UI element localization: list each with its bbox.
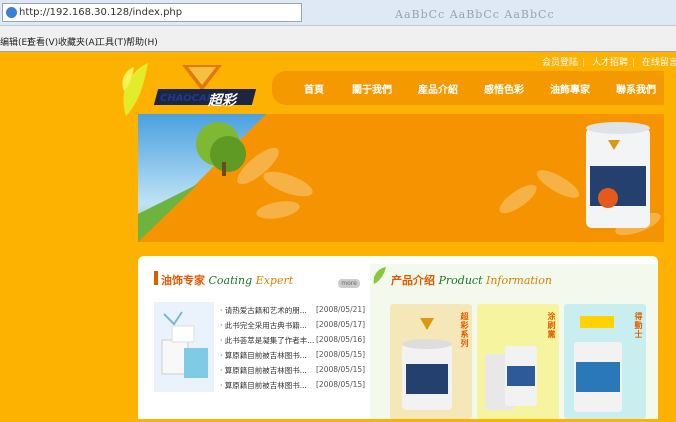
- content-panel: 油饰专家 Coating Expert more · 请热爱古籍和艺术的朋...…: [138, 256, 658, 419]
- product-label: 超彩系列: [460, 312, 469, 348]
- web-page: CHAOCAI 超彩 会员登陆 | 人才招聘 | 在线留言 首頁 關于我們 産品介紹…: [0, 53, 676, 419]
- nav-home[interactable]: 首頁: [304, 81, 324, 96]
- news-item[interactable]: · 请热爱古籍和艺术的朋...: [220, 305, 307, 316]
- menu-favorites[interactable]: 收藏夹(A): [58, 35, 98, 48]
- expert-title: 油饰专家 Coating Expert: [161, 274, 294, 287]
- news-date: [2008/05/15]: [316, 380, 366, 389]
- jobs-link[interactable]: 人才招聘: [592, 58, 628, 68]
- address-ghost-text: AaBbCc AaBbCc AaBbCc: [395, 8, 555, 21]
- menu-view[interactable]: 查看(V): [27, 35, 58, 48]
- news-item[interactable]: · 算原籍目前被吉林图书...: [220, 350, 307, 361]
- banner-art: [138, 114, 664, 242]
- url-text: http://192.168.30.128/index.php: [19, 7, 183, 18]
- logo[interactable]: CHAOCAI 超彩: [120, 63, 260, 113]
- nav-products[interactable]: 産品介紹: [418, 81, 458, 96]
- message-link[interactable]: 在线留言: [642, 58, 676, 68]
- product-label: 得動士: [634, 312, 643, 339]
- product-card[interactable]: 超彩系列: [390, 304, 472, 419]
- paint-can-image: [574, 316, 622, 412]
- news-date: [2008/05/15]: [316, 350, 366, 359]
- address-row: http://192.168.30.128/index.php AaBbCc A…: [0, 0, 676, 26]
- products-title: 产品介绍 Product Information: [391, 274, 553, 287]
- address-bar[interactable]: http://192.168.30.128/index.php: [2, 3, 302, 22]
- nav-expert[interactable]: 油飾專家: [550, 81, 590, 96]
- paint-can-image: [485, 346, 537, 410]
- news-date: [2008/05/16]: [316, 335, 366, 344]
- product-card[interactable]: 涂刷黨: [477, 304, 559, 419]
- news-item[interactable]: · 此书荟萃是凝集了作者丰...: [220, 335, 314, 346]
- paint-can-image: [402, 318, 452, 410]
- nav-colors[interactable]: 感悟色彩: [484, 81, 524, 96]
- news-date: [2008/05/17]: [316, 320, 366, 329]
- news-date: [2008/05/15]: [316, 365, 366, 374]
- browser-chrome: http://192.168.30.128/index.php AaBbCc A…: [0, 0, 676, 52]
- top-links: 会员登陆 | 人才招聘 | 在线留言: [542, 58, 676, 68]
- menu-help[interactable]: 帮助(H): [126, 35, 158, 48]
- news-date: [2008/05/21]: [316, 305, 366, 314]
- main-nav: 首頁 關于我們 産品介紹 感悟色彩 油飾專家 聯系我們: [272, 71, 664, 105]
- nav-contact[interactable]: 聯系我們: [616, 81, 656, 96]
- product-label: 涂刷黨: [547, 312, 556, 339]
- member-login-link[interactable]: 会员登陆: [542, 58, 578, 68]
- logo-en: CHAOCAI: [160, 93, 211, 104]
- product-card[interactable]: 得動士: [564, 304, 646, 419]
- menu-tools[interactable]: 工具(T): [96, 35, 127, 48]
- leaf-icon: [373, 267, 386, 284]
- news-item[interactable]: · 算原籍目前被吉林图书...: [220, 365, 307, 376]
- news-item[interactable]: · 此书完全采用古典书籍...: [220, 320, 307, 331]
- gift-image: [154, 302, 214, 392]
- nav-about[interactable]: 關于我們: [352, 81, 392, 96]
- logo-cn: 超彩: [208, 93, 236, 109]
- section-marker: [154, 271, 158, 285]
- ie-icon: [6, 7, 17, 18]
- hero-banner: [138, 114, 664, 242]
- news-item[interactable]: · 算原籍目前被吉林图书...: [220, 380, 307, 391]
- more-button[interactable]: more: [338, 279, 360, 288]
